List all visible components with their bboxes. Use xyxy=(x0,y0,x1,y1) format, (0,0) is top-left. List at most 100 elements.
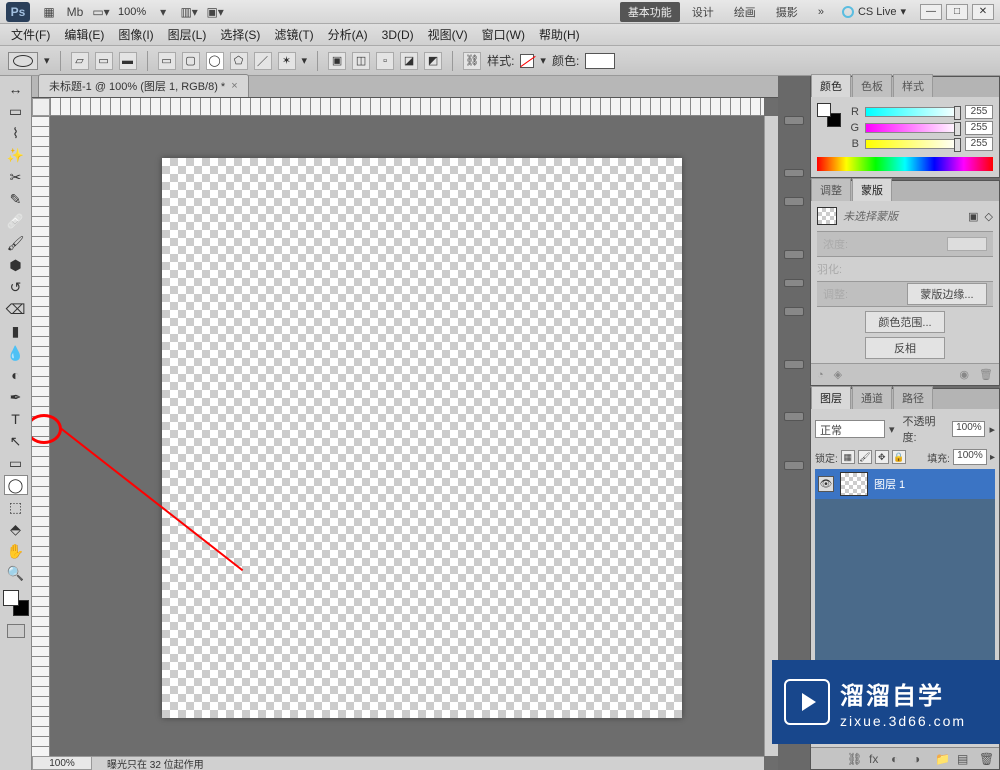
lock-transparency-icon[interactable]: ▦ xyxy=(841,450,855,464)
menu-file[interactable]: 文件(F) xyxy=(4,23,57,46)
layer-name[interactable]: 图层 1 xyxy=(874,476,905,492)
menu-edit[interactable]: 编辑(E) xyxy=(57,23,111,46)
workspace-essentials[interactable]: 基本功能 xyxy=(620,2,680,22)
shape-line-icon[interactable]: ／ xyxy=(254,52,272,70)
new-group-icon[interactable]: 📁 xyxy=(935,752,949,766)
link-layers-icon[interactable]: ⛓ xyxy=(847,752,861,766)
shape-custom-icon[interactable]: ✶ xyxy=(278,52,296,70)
quickmask-toggle[interactable] xyxy=(7,624,25,638)
shape-polygon-icon[interactable]: ⬠ xyxy=(230,52,248,70)
stamp-tool[interactable]: ⬢ xyxy=(4,255,28,275)
ruler-horizontal[interactable] xyxy=(50,98,764,116)
menu-view[interactable]: 视图(V) xyxy=(421,23,475,46)
vector-mask-icon[interactable]: ◇ xyxy=(985,210,993,223)
combine-intersect-icon[interactable]: ◪ xyxy=(400,52,418,70)
mask-delete-icon[interactable]: 🗑 xyxy=(979,368,993,381)
healing-tool[interactable]: 🩹 xyxy=(4,211,28,231)
tab-mask[interactable]: 蒙版 xyxy=(852,178,892,201)
style-picker[interactable] xyxy=(520,54,534,68)
ruler-origin[interactable] xyxy=(32,98,50,116)
layer-thumb[interactable] xyxy=(840,472,868,496)
type-tool[interactable]: T xyxy=(4,409,28,429)
brush-tool[interactable]: 🖌 xyxy=(4,233,28,253)
combine-new-icon[interactable]: ▣ xyxy=(328,52,346,70)
menu-layer[interactable]: 图层(L) xyxy=(161,23,214,46)
zoom-dropdown-icon[interactable]: ▾ xyxy=(152,3,174,21)
maximize-button[interactable]: □ xyxy=(946,4,968,20)
tab-layers[interactable]: 图层 xyxy=(811,386,851,409)
zoom-level[interactable]: 100% xyxy=(114,6,150,18)
lasso-tool[interactable]: ⌇ xyxy=(4,123,28,143)
menu-help[interactable]: 帮助(H) xyxy=(532,23,587,46)
lock-position-icon[interactable]: ✥ xyxy=(875,450,889,464)
blue-slider[interactable] xyxy=(865,139,959,149)
tab-adjustments[interactable]: 调整 xyxy=(811,178,851,201)
lock-all-icon[interactable]: 🔒 xyxy=(892,450,906,464)
history-brush-tool[interactable]: ↺ xyxy=(4,277,28,297)
screen-mode-icon[interactable]: ▣▾ xyxy=(204,3,226,21)
menu-3d[interactable]: 3D(D) xyxy=(375,25,421,45)
mask-apply-icon[interactable]: ◈ xyxy=(834,368,842,381)
paths-mode-icon[interactable]: ▭ xyxy=(95,52,113,70)
delete-layer-icon[interactable]: 🗑 xyxy=(979,752,993,766)
workspace-design[interactable]: 设计 xyxy=(684,2,722,22)
opacity-value[interactable]: 100% xyxy=(952,421,985,437)
blue-value[interactable]: 255 xyxy=(965,137,993,151)
move-tool[interactable]: ↔ xyxy=(4,79,28,99)
menu-filter[interactable]: 滤镜(T) xyxy=(267,23,320,46)
combine-exclude-icon[interactable]: ◩ xyxy=(424,52,442,70)
color-panel-swatches[interactable] xyxy=(817,103,841,127)
shape-rounded-icon[interactable]: ▢ xyxy=(182,52,200,70)
close-icon[interactable]: × xyxy=(231,80,237,92)
path-selection-tool[interactable]: ↖ xyxy=(4,431,28,451)
mini-bridge-icon[interactable]: Mb xyxy=(64,3,86,21)
layer-row[interactable]: 👁 图层 1 xyxy=(815,469,995,499)
rectangle-tool[interactable]: ▭ xyxy=(4,453,28,473)
3d-tool[interactable]: ⬚ xyxy=(4,497,28,517)
color-range-button[interactable]: 颜色范围... xyxy=(865,311,945,333)
view-extras-icon[interactable]: ▭▾ xyxy=(90,3,112,21)
brushes-panel-icon[interactable] xyxy=(784,169,804,178)
pen-tool[interactable]: ✒ xyxy=(4,387,28,407)
add-mask-icon[interactable]: ◐ xyxy=(891,752,905,766)
invert-button[interactable]: 反相 xyxy=(865,337,945,359)
fill-pixels-mode-icon[interactable]: ▬ xyxy=(119,52,137,70)
visibility-icon[interactable]: 👁 xyxy=(818,476,834,492)
tab-swatches[interactable]: 色板 xyxy=(852,74,892,97)
green-value[interactable]: 255 xyxy=(965,121,993,135)
a-panel-icon[interactable] xyxy=(784,461,804,470)
tool-presets-panel-icon[interactable] xyxy=(784,360,804,369)
close-button[interactable]: ✕ xyxy=(972,4,994,20)
cs-live-button[interactable]: CS Live▾ xyxy=(842,5,906,18)
blur-tool[interactable]: 💧 xyxy=(4,343,28,363)
paragraph-panel-icon[interactable] xyxy=(784,279,804,288)
mask-load-icon[interactable]: ◔ xyxy=(817,369,824,381)
mask-toggle-icon[interactable]: ◉ xyxy=(959,368,969,381)
document-tab[interactable]: 未标题-1 @ 100% (图层 1, RGB/8) * × xyxy=(38,74,249,97)
fill-value[interactable]: 100% xyxy=(953,449,987,465)
clone-source-panel-icon[interactable] xyxy=(784,197,804,206)
canvas[interactable] xyxy=(162,158,682,718)
tool-preset-picker[interactable] xyxy=(8,52,38,70)
arrange-docs-icon[interactable]: ▥▾ xyxy=(178,3,200,21)
fx-icon[interactable]: fx xyxy=(869,752,883,766)
menu-window[interactable]: 窗口(W) xyxy=(475,23,532,46)
ellipse-tool[interactable]: ◯ xyxy=(4,475,28,495)
combine-add-icon[interactable]: ◫ xyxy=(352,52,370,70)
crop-tool[interactable]: ✂ xyxy=(4,167,28,187)
minimize-button[interactable]: ― xyxy=(920,4,942,20)
status-zoom[interactable]: 100% xyxy=(32,756,92,770)
magic-wand-tool[interactable]: ✨ xyxy=(4,145,28,165)
info-panel-icon[interactable] xyxy=(784,412,804,421)
blend-mode-select[interactable]: 正常 xyxy=(815,420,885,438)
lock-pixels-icon[interactable]: 🖌 xyxy=(858,450,872,464)
menu-select[interactable]: 选择(S) xyxy=(213,23,267,46)
adjustment-layer-icon[interactable]: ◑ xyxy=(913,752,927,766)
shape-layer-mode-icon[interactable]: ▱ xyxy=(71,52,89,70)
green-slider[interactable] xyxy=(865,123,959,133)
foreground-color[interactable] xyxy=(3,590,19,606)
tab-channels[interactable]: 通道 xyxy=(852,386,892,409)
pixel-mask-icon[interactable]: ▣ xyxy=(968,210,978,223)
workspace-more[interactable]: » xyxy=(810,4,832,20)
workspace-painting[interactable]: 绘画 xyxy=(726,2,764,22)
